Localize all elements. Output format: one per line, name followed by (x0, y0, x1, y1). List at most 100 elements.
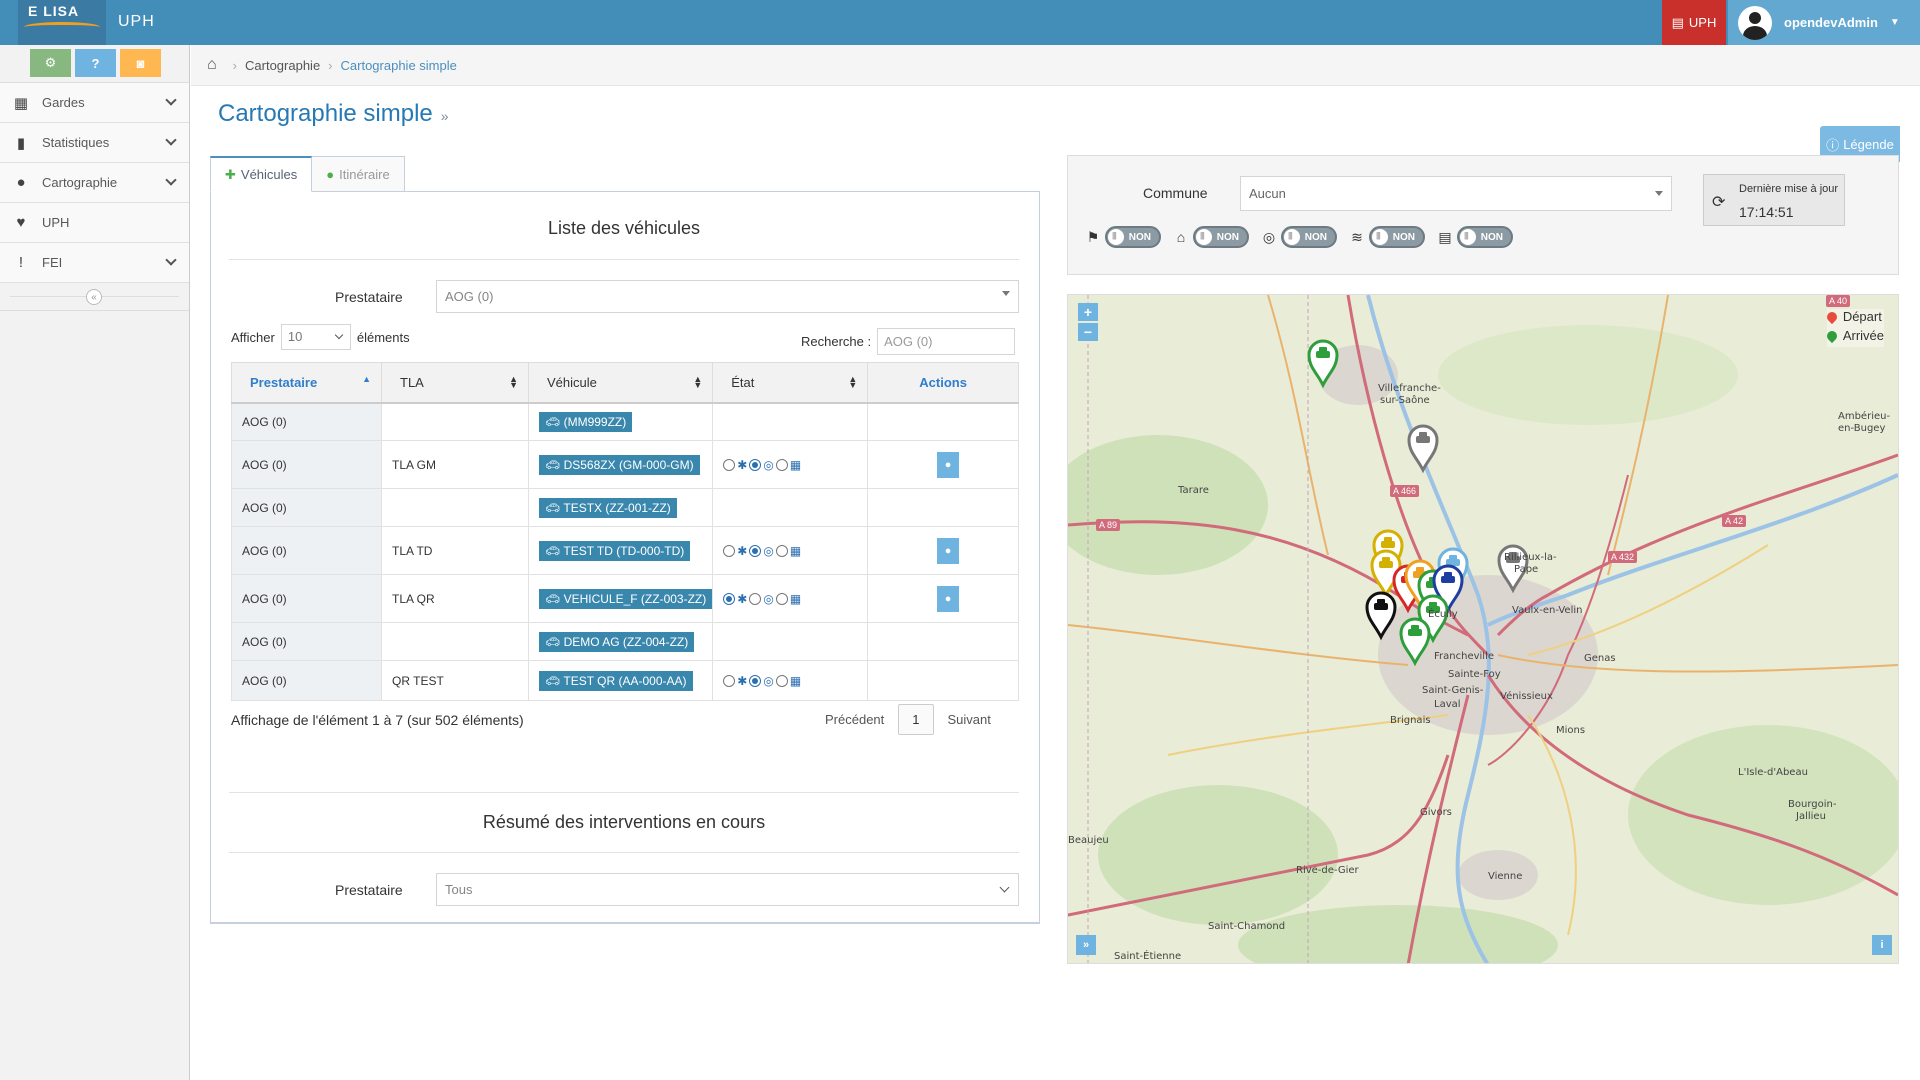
toggle-state-label: NON (1304, 231, 1327, 243)
place-label: Saint-Genis- (1422, 685, 1484, 696)
map-forest (1628, 725, 1898, 905)
map-forest (1068, 435, 1268, 575)
etat-radio-planned[interactable] (775, 592, 788, 605)
pagination-page-1[interactable]: 1 (898, 704, 934, 735)
vehicle-badge[interactable]: 🚗︎ TEST QR (AA-000-AA) (539, 670, 693, 691)
map-view[interactable]: + − Départ Arrivée » i A 40 A 466 A 89 A… (1067, 294, 1899, 964)
place-label: Genas (1584, 653, 1616, 664)
asterisk-icon: ✱ (737, 673, 748, 688)
tab-vehicules[interactable]: ✚ Véhicules (210, 156, 313, 192)
locate-on-map-button[interactable]: ● (937, 451, 960, 478)
app-logo[interactable]: E LISA (18, 0, 106, 45)
eye-slash-icon: ◎ (1262, 228, 1276, 245)
etat-radio-planned[interactable] (775, 458, 788, 471)
avatar (1738, 5, 1772, 40)
vehicle-badge[interactable]: 🚗︎ DEMO AG (ZZ-004-ZZ) (539, 631, 695, 652)
car-icon: 🚗︎ (545, 457, 564, 472)
column-tla[interactable]: TLA ▲ ▼ (381, 362, 529, 404)
home-icon[interactable]: ⌂ (207, 56, 217, 74)
breadcrumb-cartographie[interactable]: Cartographie (245, 58, 320, 73)
sidebar-item-cartographie[interactable]: ● Cartographie (0, 163, 189, 203)
settings-shortcut-button[interactable]: ⚙ (30, 49, 71, 77)
etat-radio-planned[interactable] (775, 674, 788, 687)
last-update-label: Dernière mise à jour (1739, 183, 1839, 195)
column-actions: Actions (867, 362, 1019, 404)
tab-itineraire[interactable]: ● Itinéraire (311, 156, 405, 192)
vehicle-badge[interactable]: 🚗︎ (MM999ZZ) (539, 411, 633, 432)
pagination-next[interactable]: Suivant (934, 704, 1005, 735)
etat-radio-planned[interactable] (775, 544, 788, 557)
cell-prestataire: AOG (0) (231, 574, 382, 623)
zoom-in-button[interactable]: + (1078, 303, 1098, 321)
sidebar-item-gardes[interactable]: ▦ Gardes (0, 83, 189, 123)
asterisk-icon: ✱ (737, 457, 748, 472)
layer-toggle-switch[interactable]: NON (1369, 226, 1425, 248)
etat-radio-hidden[interactable] (749, 592, 762, 605)
etat-radio-available[interactable] (723, 458, 736, 471)
place-label: Brignais (1390, 715, 1431, 726)
zoom-out-button[interactable]: − (1078, 323, 1098, 341)
collapse-sidebar-button[interactable]: « (86, 289, 102, 305)
vehicle-badge[interactable]: 🚗︎ VEHICULE_F (ZZ-003-ZZ) (539, 588, 713, 609)
cell-etat (712, 622, 869, 661)
interventions-prestataire-value: Tous (445, 882, 473, 897)
etat-radio-available[interactable] (723, 544, 736, 557)
etat-radio-hidden[interactable] (749, 674, 762, 687)
column-prestataire[interactable]: Prestataire ▲ (231, 362, 382, 404)
place-label: Vaulx-en-Velin (1512, 605, 1583, 616)
etat-radio-hidden[interactable] (749, 544, 762, 557)
cell-tla: TLA TD (381, 526, 529, 575)
place-label: Beaujeu (1068, 835, 1109, 846)
user-menu[interactable]: opendevAdmin ▼ (1728, 0, 1920, 45)
camera-shortcut-button[interactable]: ◙ (120, 49, 161, 77)
uph-button[interactable]: ▤ UPH (1662, 0, 1726, 45)
vehicle-badge[interactable]: 🚗︎ TESTX (ZZ-001-ZZ) (539, 497, 677, 518)
cell-tla (381, 622, 529, 661)
cell-actions: ● (867, 526, 1019, 575)
layer-toggle-switch[interactable]: NON (1193, 226, 1249, 248)
cell-vehicule: 🚗︎ TESTX (ZZ-001-ZZ) (527, 488, 714, 527)
etat-radio-available[interactable] (723, 674, 736, 687)
car-icon: 🚗︎ (545, 673, 564, 688)
place-label: Francheville (1434, 651, 1494, 662)
camera-icon: ◙ (136, 55, 145, 71)
vehicle-badge-label: TESTX (ZZ-001-ZZ) (563, 500, 671, 515)
interventions-prestataire-select[interactable]: Tous (436, 873, 1019, 906)
expand-map-button[interactable]: » (1076, 935, 1096, 955)
page-length-select[interactable]: 10 (280, 324, 351, 350)
divider (229, 852, 1019, 853)
search-input[interactable] (877, 328, 1016, 355)
layer-toggle-switch[interactable]: NON (1105, 226, 1161, 248)
layer-toggle-switch[interactable]: NON (1457, 226, 1513, 248)
etat-controls: ✱ ◎ ▦ (723, 458, 867, 472)
pagination-previous[interactable]: Précédent (811, 704, 898, 735)
help-shortcut-button[interactable]: ? (75, 49, 116, 77)
top-navbar: E LISA UPH ▤ UPH opendevAdmin ▼ (0, 0, 1920, 45)
vehicle-badge[interactable]: 🚗︎ TEST TD (TD-000-TD) (539, 540, 691, 561)
locate-on-map-button[interactable]: ● (937, 585, 960, 612)
commune-select[interactable]: Aucun (1240, 176, 1672, 211)
refresh-icon[interactable]: ⟳ (1712, 192, 1725, 212)
column-etat[interactable]: État ▲ ▼ (712, 362, 869, 404)
sidebar-collapse: « (0, 283, 189, 311)
map-tiles (1068, 295, 1898, 963)
column-vehicule[interactable]: Véhicule ▲ ▼ (527, 362, 714, 404)
etat-radio-hidden[interactable] (749, 458, 762, 471)
chevron-down-icon (334, 330, 344, 340)
vehicle-map-marker[interactable] (1407, 424, 1439, 474)
prestataire-select[interactable]: AOG (0) (436, 280, 1019, 313)
sidebar-item-label: Gardes (42, 95, 85, 110)
etat-radio-available[interactable] (723, 592, 736, 605)
toggle-state-label: NON (1128, 231, 1151, 243)
sidebar-item-statistiques[interactable]: ▮ Statistiques (0, 123, 189, 163)
map-marker-icon: ● (944, 592, 952, 605)
sidebar-item-uph[interactable]: ♥ UPH (0, 203, 189, 243)
map-info-button[interactable]: i (1872, 935, 1892, 955)
locate-on-map-button[interactable]: ● (937, 537, 960, 564)
road-label: A 42 (1722, 515, 1747, 527)
sidebar-item-fei[interactable]: ! FEI (0, 243, 189, 283)
last-update-box[interactable]: ⟳ Dernière mise à jour 17:14:51 (1703, 174, 1845, 226)
layer-toggle-switch[interactable]: NON (1281, 226, 1337, 248)
legend-label: Départ (1842, 309, 1882, 324)
vehicle-badge[interactable]: 🚗︎ DS568ZX (GM-000-GM) (539, 454, 700, 475)
